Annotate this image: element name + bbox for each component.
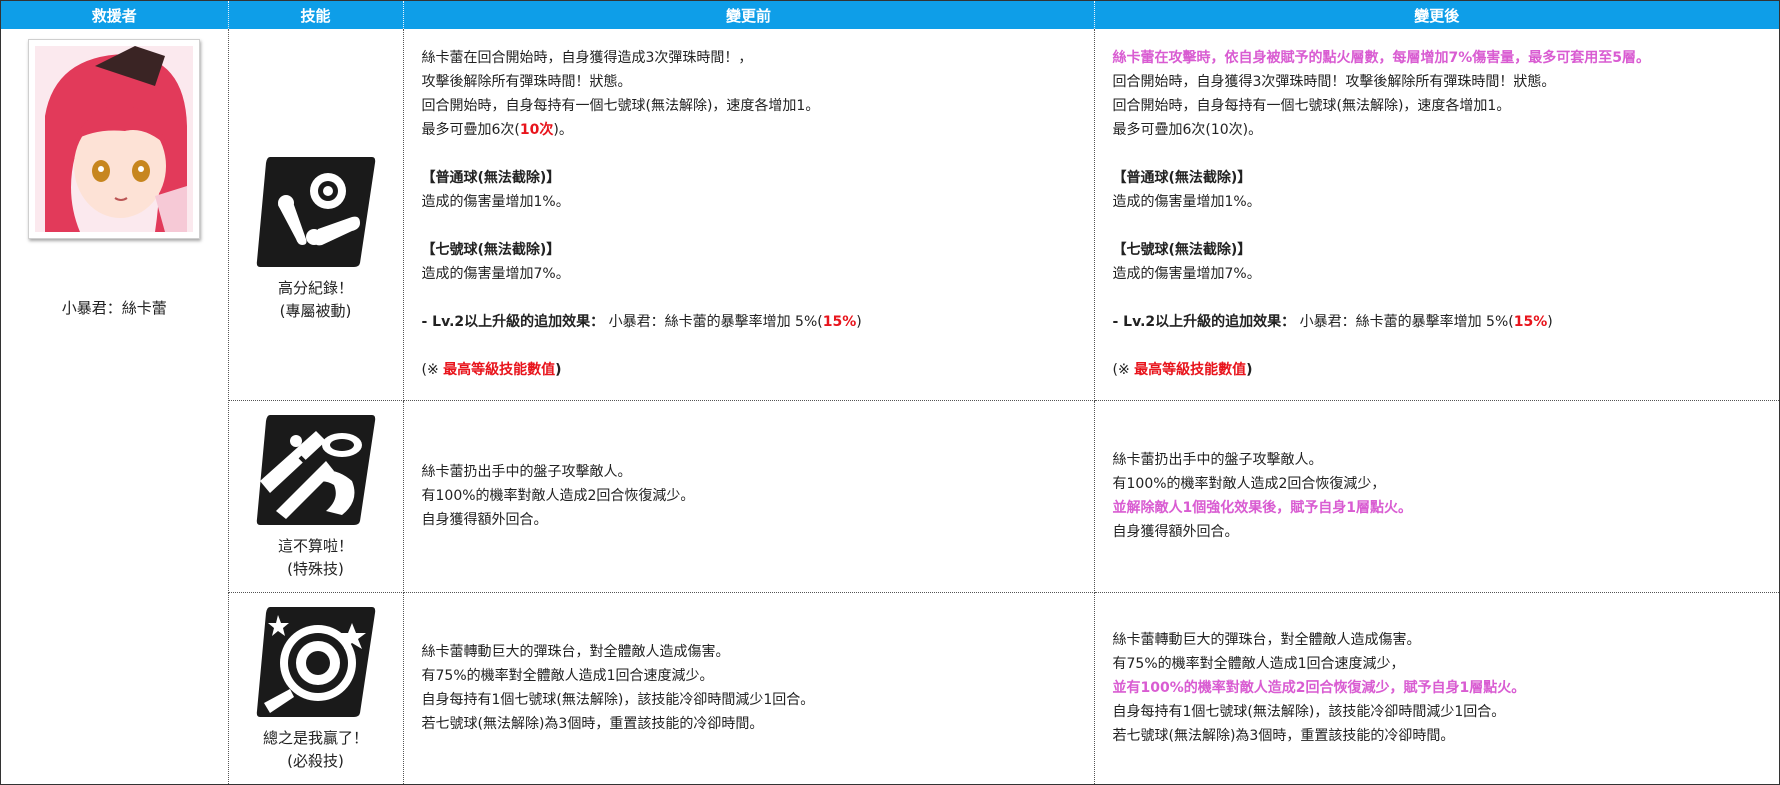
text-segment: )。 <box>553 122 573 139</box>
header-skill: 技能 <box>228 1 404 29</box>
header-after: 變更後 <box>1094 1 1779 29</box>
before-description: 絲卡蕾轉動巨大的彈珠台，對全體敵人造成傷害。 有75%的機率對全體敵人造成1回合… <box>403 592 1095 784</box>
description-line: 回合開始時，自身每持有一個七號球(無法解除)，速度各增加1。 <box>421 98 820 115</box>
text-segment: 小暴君：絲卡蕾的暴擊率增加 5%( <box>1295 314 1514 331</box>
description-line: 自身每持有1個七號球(無法解除)，該技能冷卻時間減少1回合。 <box>421 692 815 709</box>
before-description: 絲卡蕾在回合開始時，自身獲得造成3次彈珠時間！， 攻擊後解除所有彈珠時間！狀態。… <box>403 29 1095 401</box>
description-line: 最多可疊加6次(10次)。 <box>422 118 1094 142</box>
description-line: 自身獲得額外回合。 <box>1112 524 1239 540</box>
bold-text: - Lv.2以上升級的追加效果： <box>1112 314 1296 331</box>
rescuer-name: 小暴君：絲卡蕾 <box>61 299 167 317</box>
description-line: 若七號球(無法解除)為3個時，重置該技能的冷卻時間。 <box>1112 728 1455 745</box>
skill-type: (專屬被動) <box>279 302 352 321</box>
highlight-red-text: 15% <box>822 314 857 331</box>
table-row: 小暴君：絲卡蕾 高分紀錄！ (專屬被動) 絲卡蕾在回合開始時，自身獲得造成3次彈… <box>1 29 1780 784</box>
highlight-red-text: 最高等級技能數值 <box>1134 362 1247 379</box>
highlight-pink-text: 並解除敵人1個強化效果後，賦予自身1層點火。 <box>1112 500 1412 516</box>
description-line: 回合開始時，自身獲得3次彈珠時間！攻擊後解除所有彈珠時間！狀態。 <box>1112 74 1556 91</box>
after-description: 絲卡蕾轉動巨大的彈珠台，對全體敵人造成傷害。 有75%的機率對全體敵人造成1回合… <box>1094 592 1779 784</box>
after-description: 絲卡蕾扔出手中的盤子攻擊敵人。 有100%的機率對敵人造成2回合恢復減少， 並解… <box>1094 400 1779 593</box>
text-segment: 最多可疊加6次( <box>421 122 520 139</box>
description-line: 有75%的機率對全體敵人造成1回合速度減少。 <box>421 668 714 685</box>
description-line: (※ 最高等級技能數值) <box>1113 358 1780 382</box>
description-line: 自身每持有1個七號球(無法解除)，該技能冷卻時間減少1回合。 <box>1112 704 1506 721</box>
section-heading: 【七號球(無法截除)】 <box>1112 242 1252 259</box>
description-line: 絲卡蕾在回合開始時，自身獲得造成3次彈珠時間！， <box>421 50 753 67</box>
highlight-pink-text: 絲卡蕾在攻擊時，依自身被賦予的點火層數，每層增加7%傷害量，最多可套用至5層。 <box>1112 50 1651 67</box>
skill-change-table-frame: 救援者 技能 變更前 變更後 小暴君：絲卡蕾 高分紀錄！ (專屬被動) 絲卡蕾在… <box>0 0 1780 785</box>
before-description: 絲卡蕾扔出手中的盤子攻擊敵人。 有100%的機率對敵人造成2回合恢復減少。 自身… <box>403 400 1095 593</box>
pinball-table-icon <box>256 607 375 718</box>
description-line: 有100%的機率對敵人造成2回合恢復減少， <box>1112 476 1386 492</box>
highlight-red-text: 10次 <box>519 122 554 139</box>
description-line: 造成的傷害量增加7%。 <box>1112 266 1261 283</box>
section-heading: 【普通球(無法截除)】 <box>1112 170 1252 187</box>
table-row: 總之是我贏了！ (必殺技) 絲卡蕾轉動巨大的彈珠台，對全體敵人造成傷害。 有75… <box>1 592 1779 784</box>
description-line: 造成的傷害量增加1%。 <box>421 194 570 211</box>
pinball-flipper-icon <box>256 157 375 268</box>
text-segment: (※ <box>1112 362 1135 379</box>
description-line: 有75%的機率對全體敵人造成1回合速度減少， <box>1112 656 1405 673</box>
skill-type: (必殺技) <box>287 752 344 771</box>
table-row: 這不算啦！ (特殊技) 絲卡蕾扔出手中的盤子攻擊敵人。 有100%的機率對敵人造… <box>1 400 1779 593</box>
skill-cell: 這不算啦！ (特殊技) <box>228 400 404 593</box>
after-description: 絲卡蕾在攻擊時，依自身被賦予的點火層數，每層增加7%傷害量，最多可套用至5層。 … <box>1094 29 1780 401</box>
skill-change-table: 救援者 技能 變更前 變更後 小暴君：絲卡蕾 高分紀錄！ (專屬被動) 絲卡蕾在… <box>1 1 1779 784</box>
plate-throw-icon <box>256 415 375 525</box>
header-rescuer: 救援者 <box>1 1 229 29</box>
skill-cell: 總之是我贏了！ (必殺技) <box>228 592 404 784</box>
text-segment: ) <box>555 362 562 379</box>
description-line: 若七號球(無法解除)為3個時，重置該技能的冷卻時間。 <box>421 716 764 733</box>
description-line: 絲卡蕾轉動巨大的彈珠台，對全體敵人造成傷害。 <box>1112 632 1421 649</box>
description-line: 造成的傷害量增加1%。 <box>1112 194 1261 211</box>
description-line: 絲卡蕾扔出手中的盤子攻擊敵人。 <box>1112 452 1323 468</box>
highlight-red-text: 最高等級技能數值 <box>443 362 556 379</box>
text-segment: ) <box>1547 314 1553 331</box>
text-segment: ) <box>1246 362 1253 379</box>
skill-cell: 高分紀錄！ (專屬被動) <box>228 29 404 401</box>
text-segment: 小暴君：絲卡蕾的暴擊率增加 5%( <box>604 314 823 331</box>
rescuer-cell: 小暴君：絲卡蕾 <box>1 29 229 784</box>
text-segment: (※ <box>421 362 444 379</box>
section-heading: 【普通球(無法截除)】 <box>421 170 561 187</box>
skill-name: 這不算啦！ <box>277 537 353 555</box>
description-line: (※ 最高等級技能數值) <box>422 358 1094 382</box>
description-line: 最多可疊加6次(10次)。 <box>1112 122 1263 139</box>
description-line: 有100%的機率對敵人造成2回合恢復減少。 <box>421 488 695 504</box>
description-line: 造成的傷害量增加7%。 <box>421 266 570 283</box>
text-segment: ) <box>856 314 862 331</box>
description-line: - Lv.2以上升級的追加效果： 小暴君：絲卡蕾的暴擊率增加 5%(15%) <box>422 310 1094 334</box>
bold-text: - Lv.2以上升級的追加效果： <box>421 314 605 331</box>
description-line: 回合開始時，自身每持有一個七號球(無法解除)，速度各增加1。 <box>1112 98 1511 115</box>
skill-name: 總之是我贏了！ <box>262 729 368 748</box>
description-line: 絲卡蕾扔出手中的盤子攻擊敵人。 <box>421 464 632 480</box>
character-portrait-icon <box>35 46 194 232</box>
description-line: 攻擊後解除所有彈珠時間！狀態。 <box>421 74 632 91</box>
description-line: - Lv.2以上升級的追加效果： 小暴君：絲卡蕾的暴擊率增加 5%(15%) <box>1113 310 1780 334</box>
highlight-red-text: 15% <box>1513 314 1548 331</box>
header-row: 救援者 技能 變更前 變更後 <box>1 1 1779 29</box>
section-heading: 【七號球(無法截除)】 <box>421 242 561 259</box>
highlight-pink-text: 並有100%的機率對敵人造成2回合恢復減少，賦予自身1層點火。 <box>1112 680 1526 697</box>
skill-type: (特殊技) <box>287 560 344 578</box>
description-line: 絲卡蕾轉動巨大的彈珠台，對全體敵人造成傷害。 <box>421 644 730 661</box>
skill-name: 高分紀錄！ <box>277 279 353 298</box>
character-portrait <box>28 39 201 239</box>
description-line: 自身獲得額外回合。 <box>421 512 548 528</box>
header-before: 變更前 <box>403 1 1095 29</box>
